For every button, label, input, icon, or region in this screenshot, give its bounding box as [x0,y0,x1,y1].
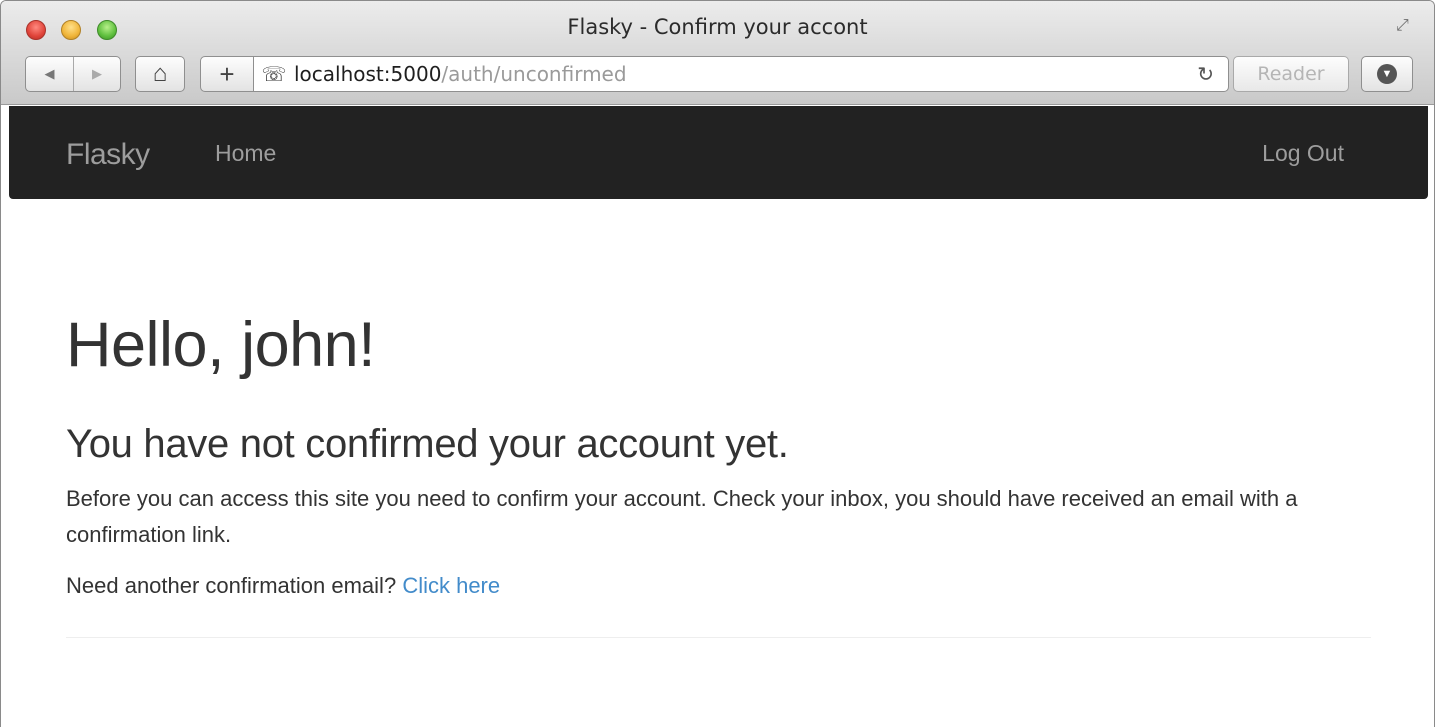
divider [66,637,1371,639]
resend-prompt: Need another confirmation email? [66,573,397,599]
back-button[interactable]: ◀ [26,57,73,91]
page-content: Hello, john! You have not confirmed your… [66,199,1371,639]
nav-logout-link[interactable]: Log Out [1262,140,1344,167]
reader-button[interactable]: Reader [1233,56,1349,92]
navbar-brand[interactable]: Flasky [66,138,150,172]
confirmation-message: Before you can access this site you need… [66,486,1298,548]
download-icon: ▼ [1377,64,1397,84]
nav-home-link[interactable]: Home [215,140,276,167]
browser-chrome: Flasky - Confirm your accont ⤢ ◀ ▶ ⌂ + ☏… [1,1,1434,105]
navbar: Flasky Home Log Out [9,106,1428,199]
page-title: Hello, john! [66,310,376,380]
address-bar[interactable]: ☏ localhost:5000/auth/unconfirmed ↻ [254,56,1229,92]
phone-icon: ☏ [261,63,287,86]
back-forward-group: ◀ ▶ [25,56,121,92]
downloads-button[interactable]: ▼ [1361,56,1413,92]
plus-icon: + [219,58,235,89]
browser-window: Flasky - Confirm your accont ⤢ ◀ ▶ ⌂ + ☏… [0,0,1435,727]
home-icon: ⌂ [152,60,168,87]
reload-icon[interactable]: ↻ [1197,62,1214,87]
url-host: localhost:5000 [294,62,442,86]
resend-confirmation-link[interactable]: Click here [402,573,500,598]
window-title: Flasky - Confirm your accont [567,15,868,39]
new-tab-button[interactable]: + [200,56,254,92]
resend-paragraph: Need another confirmation email? Click h… [66,568,1371,604]
back-arrow-icon: ◀ [44,66,55,81]
forward-button[interactable]: ▶ [72,57,120,91]
forward-arrow-icon: ▶ [91,66,102,81]
home-button[interactable]: ⌂ [135,56,185,92]
fullscreen-icon[interactable]: ⤢ [1396,17,1420,39]
url-path: /auth/unconfirmed [441,62,627,86]
page-subtitle: You have not confirmed your account yet. [66,422,789,467]
